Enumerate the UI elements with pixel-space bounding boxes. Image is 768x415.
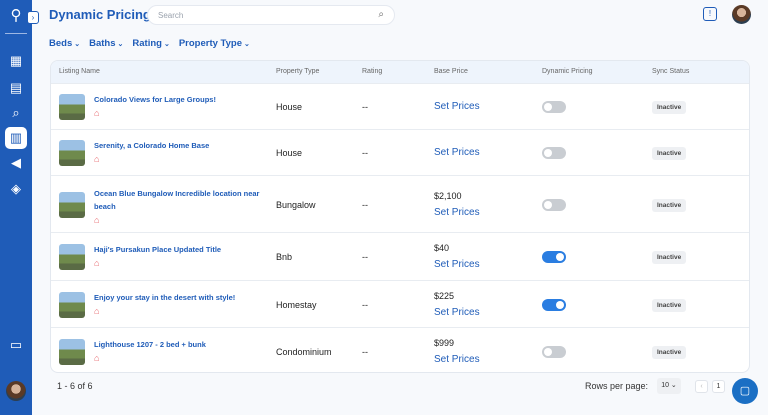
table-row[interactable]: Colorado Views for Large Groups! ⌂ House… xyxy=(51,83,749,129)
col-property-type: Property Type xyxy=(276,68,320,75)
chevron-down-icon: ⌄ xyxy=(117,41,124,48)
dashboard-icon[interactable]: ▦ xyxy=(8,53,24,69)
sync-status-badge: Inactive xyxy=(652,147,687,160)
set-prices-link[interactable]: Set Prices xyxy=(434,101,480,112)
listing-name-link[interactable]: Serenity, a Colorado Home Base xyxy=(94,139,264,152)
listing-name-link[interactable]: Lighthouse 1207 - 2 bed + bunk xyxy=(94,338,264,351)
rating: -- xyxy=(362,199,368,210)
chart-icon: ▥ xyxy=(9,130,23,145)
airbnb-icon: ⌂ xyxy=(94,258,100,268)
table-row[interactable]: Ocean Blue Bungalow Incredible location … xyxy=(51,175,749,232)
property-type: Bungalow xyxy=(276,199,316,210)
airbnb-icon: ⌂ xyxy=(94,154,100,164)
sync-status-badge: Inactive xyxy=(652,298,687,312)
profile-avatar[interactable] xyxy=(732,5,751,24)
base-price: $2,100 xyxy=(434,190,462,201)
sync-status-badge: Inactive xyxy=(652,345,687,359)
filter-beds[interactable]: Beds ⌄ xyxy=(49,38,80,49)
listing-thumbnail xyxy=(59,94,85,120)
listing-thumbnail xyxy=(59,244,85,270)
airbnb-icon: ⌂ xyxy=(94,108,100,118)
filter-baths[interactable]: Baths ⌄ xyxy=(89,38,123,49)
chevron-down-icon: ⌄ xyxy=(244,41,250,48)
airbnb-icon: ⌂ xyxy=(94,352,100,363)
dynamic-pricing-toggle[interactable] xyxy=(542,147,566,159)
set-prices-link[interactable]: Set Prices xyxy=(434,207,480,218)
table-row[interactable]: Lighthouse 1207 - 2 bed + bunk ⌂ Condomi… xyxy=(51,327,749,372)
rating: -- xyxy=(362,252,368,262)
rows-per-page-select[interactable]: 10 ⌄ xyxy=(657,378,681,394)
sync-status-badge: Inactive xyxy=(652,101,687,114)
listing-name-link[interactable]: Colorado Views for Large Groups! xyxy=(94,93,264,106)
property-type: Homestay xyxy=(276,299,317,310)
property-type: Bnb xyxy=(276,252,293,262)
listing-name-link[interactable]: Ocean Blue Bungalow Incredible location … xyxy=(94,187,264,213)
search-nav-icon[interactable]: ⌕ xyxy=(8,105,24,121)
base-price: $40 xyxy=(434,243,450,253)
listing-thumbnail xyxy=(59,338,85,365)
page-1-button[interactable]: 1 xyxy=(712,380,725,393)
pagination-range: 1 - 6 of 6 xyxy=(57,381,93,391)
user-avatar[interactable] xyxy=(6,381,26,401)
rating: -- xyxy=(362,102,368,112)
layers-icon[interactable]: ◈ xyxy=(8,181,24,197)
search-input[interactable]: Search ⌕ xyxy=(147,5,395,25)
dynamic-pricing-toggle[interactable] xyxy=(542,101,566,113)
col-sync-status: Sync Status xyxy=(652,68,690,75)
filter-bar: Beds ⌄ Baths ⌄ Rating ⌄ Property Type ⌄ xyxy=(49,38,250,49)
sync-status-badge: Inactive xyxy=(652,198,687,212)
listing-name-link[interactable]: Haji's Pursakun Place Updated Title xyxy=(94,243,264,256)
airbnb-icon: ⌂ xyxy=(94,214,100,225)
listing-thumbnail xyxy=(59,291,85,318)
airbnb-icon: ⌂ xyxy=(94,305,100,316)
logo-icon: ⚲ xyxy=(10,7,22,24)
property-type: Condominium xyxy=(276,346,332,357)
table-row[interactable]: Haji's Pursakun Place Updated Title ⌂ Bn… xyxy=(51,232,749,280)
filter-property-type[interactable]: Property Type ⌄ xyxy=(179,38,250,49)
property-type: House xyxy=(276,102,303,112)
chat-support-button[interactable]: ▢ xyxy=(732,378,758,404)
table-row[interactable]: Enjoy your stay in the desert with style… xyxy=(51,280,749,327)
divider xyxy=(5,33,27,34)
property-type: House xyxy=(276,148,303,158)
col-rating: Rating xyxy=(362,68,383,75)
base-price: $225 xyxy=(434,290,455,301)
megaphone-icon[interactable]: ◀ xyxy=(8,155,24,171)
dynamic-pricing-toggle[interactable] xyxy=(542,298,566,311)
feedback-icon[interactable]: ! xyxy=(703,7,717,21)
listing-name-link[interactable]: Enjoy your stay in the desert with style… xyxy=(94,291,264,304)
col-listing-name: Listing Name xyxy=(59,68,100,75)
prev-page-button[interactable]: ‹ xyxy=(695,380,708,393)
set-prices-link[interactable]: Set Prices xyxy=(434,259,480,270)
rating: -- xyxy=(362,346,368,357)
base-price: $999 xyxy=(434,337,455,348)
listings-table: Listing Name Property Type Rating Base P… xyxy=(50,60,750,373)
document-search-icon[interactable]: ▤ xyxy=(8,80,24,96)
search-placeholder: Search xyxy=(158,11,184,20)
rating: -- xyxy=(362,148,368,158)
dynamic-pricing-toggle[interactable] xyxy=(542,198,566,211)
sync-status-badge: Inactive xyxy=(652,251,687,264)
page-title: Dynamic Pricing xyxy=(49,7,151,22)
chevron-down-icon: ⌄ xyxy=(163,41,170,48)
set-prices-link[interactable]: Set Prices xyxy=(434,307,480,318)
table-row[interactable]: Serenity, a Colorado Home Base ⌂ House -… xyxy=(51,129,749,175)
expand-sidebar-button[interactable]: › xyxy=(27,11,39,24)
dynamic-pricing-toggle[interactable] xyxy=(542,251,566,263)
listing-thumbnail xyxy=(59,140,85,166)
dynamic-pricing-toggle[interactable] xyxy=(542,345,566,358)
table-header: Listing Name Property Type Rating Base P… xyxy=(51,61,749,83)
set-prices-link[interactable]: Set Prices xyxy=(434,147,480,158)
col-base-price: Base Price xyxy=(434,68,468,75)
sidebar: ⚲ ▦ ▤ ⌕ ▥ ◀ ◈ ▭ xyxy=(0,0,32,415)
rows-per-page-label: Rows per page: xyxy=(585,381,649,391)
set-prices-link[interactable]: Set Prices xyxy=(434,354,480,365)
listing-thumbnail xyxy=(59,191,85,218)
filter-rating[interactable]: Rating ⌄ xyxy=(132,38,169,49)
search-icon: ⌕ xyxy=(378,9,384,20)
rating: -- xyxy=(362,299,368,310)
col-dynamic-pricing: Dynamic Pricing xyxy=(542,68,593,75)
chevron-down-icon: ⌄ xyxy=(74,41,81,48)
book-icon[interactable]: ▭ xyxy=(8,337,24,353)
